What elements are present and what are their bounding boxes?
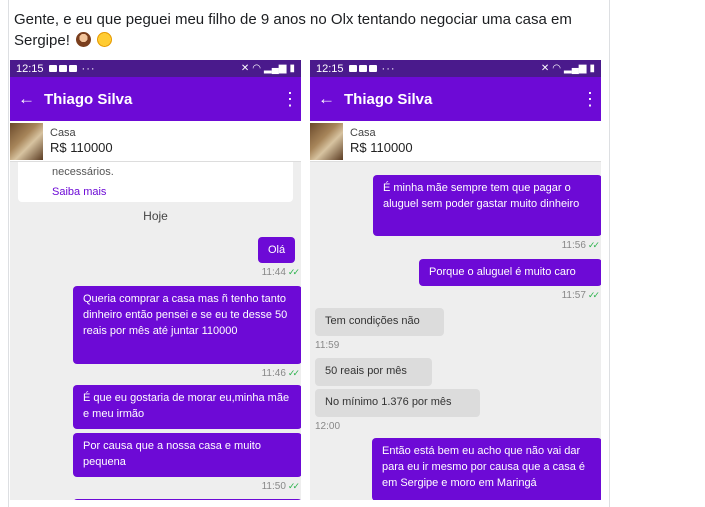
- listing-title: Casa: [350, 127, 376, 139]
- system-notice-text: necessários.: [52, 166, 114, 178]
- message-incoming[interactable]: No mínimo 1.376 por mês: [315, 389, 480, 417]
- message-timestamp: 11:50 ✓✓: [261, 481, 300, 492]
- listing-thumbnail[interactable]: [10, 122, 43, 160]
- status-icons: ✕ ◠ ▂▄▆ ▮: [541, 63, 595, 74]
- back-arrow-icon[interactable]: ←: [18, 89, 40, 109]
- woman-facepalming-emoji-icon: [76, 32, 92, 47]
- listing-title: Casa: [50, 127, 76, 139]
- signal-icon: ▂▄▆: [564, 63, 587, 74]
- message-outgoing[interactable]: É que eu gostaria de morar eu,minha mãe …: [73, 385, 301, 429]
- post-caption: Gente, e eu que peguei meu filho de 9 an…: [14, 9, 594, 51]
- message-timestamp: 11:44 ✓✓: [261, 267, 300, 278]
- saiba-mais-link[interactable]: Saiba mais: [52, 184, 293, 200]
- listing-card[interactable]: Casa R$ 110000: [310, 121, 601, 162]
- message-timestamp: 11:46 ✓✓: [261, 368, 300, 379]
- read-check-icon: ✓✓: [287, 481, 300, 491]
- read-check-icon: ✓✓: [287, 368, 300, 378]
- message-timestamp: 11:59: [315, 340, 340, 351]
- status-icons: ✕ ◠ ▂▄▆ ▮: [241, 63, 295, 74]
- contact-name[interactable]: Thiago Silva: [44, 91, 281, 108]
- wifi-icon: ◠: [252, 63, 262, 74]
- listing-card[interactable]: Casa R$ 110000: [10, 121, 301, 162]
- message-outgoing[interactable]: Por causa que a nossa casa e muito peque…: [73, 433, 301, 477]
- wifi-icon: ◠: [552, 63, 562, 74]
- more-notifications-icon: ···: [381, 62, 396, 75]
- message-outgoing[interactable]: Queria comprar a casa mas ñ tenho tanto …: [73, 286, 301, 364]
- read-check-icon: ✓✓: [587, 290, 600, 300]
- notification-icon: [368, 65, 377, 72]
- chat-app-bar: ← Thiago Silva ⋮: [10, 77, 301, 121]
- message-outgoing-partial[interactable]: [73, 499, 301, 500]
- gallery-icon: [348, 65, 357, 72]
- more-vert-icon[interactable]: ⋮: [581, 89, 599, 110]
- listing-thumbnail[interactable]: [310, 122, 343, 160]
- message-outgoing[interactable]: É minha mãe sempre tem que pagar o alugu…: [373, 175, 601, 236]
- back-arrow-icon[interactable]: ←: [318, 89, 340, 109]
- more-vert-icon[interactable]: ⋮: [281, 89, 299, 110]
- status-bar: 12:15 ··· ✕ ◠ ▂▄▆ ▮: [10, 60, 301, 77]
- status-time: 12:15: [16, 62, 44, 75]
- mute-icon: ✕: [240, 63, 250, 74]
- notification-icon: [58, 65, 67, 72]
- status-bar: 12:15 ··· ✕ ◠ ▂▄▆ ▮: [310, 60, 601, 77]
- date-separator: Hoje: [143, 209, 168, 223]
- more-notifications-icon: ···: [81, 62, 96, 75]
- signal-icon: ▂▄▆: [264, 63, 287, 74]
- chat-screenshot-right: 12:15 ··· ✕ ◠ ▂▄▆ ▮ ← Thiago Silva ⋮ Cas…: [310, 60, 601, 500]
- message-incoming[interactable]: 50 reais por mês: [315, 358, 432, 386]
- listing-price: R$ 110000: [50, 140, 113, 155]
- message-outgoing[interactable]: Então está bem eu acho que não vai dar p…: [372, 438, 601, 500]
- chat-area[interactable]: necessários. Saiba mais Hoje Olá 11:44 ✓✓…: [10, 162, 301, 500]
- notification-icon: [48, 65, 57, 72]
- chat-screenshot-left: 12:15 ··· ✕ ◠ ▂▄▆ ▮ ← Thiago Silva ⋮ Cas…: [10, 60, 301, 500]
- message-outgoing[interactable]: Porque o aluguel é muito caro: [419, 259, 601, 286]
- message-outgoing[interactable]: Olá: [258, 237, 295, 263]
- message-timestamp: 11:57 ✓✓: [561, 290, 600, 301]
- chat-area[interactable]: É minha mãe sempre tem que pagar o alugu…: [310, 162, 601, 500]
- message-incoming[interactable]: Tem condições não: [315, 308, 444, 336]
- rofl-emoji-icon: [97, 32, 113, 47]
- battery-icon: ▮: [289, 63, 295, 74]
- notification-icon: [358, 65, 367, 72]
- notification-icon: [68, 65, 77, 72]
- message-timestamp: 12:00: [315, 421, 341, 432]
- system-notice: necessários. Saiba mais: [18, 162, 293, 202]
- battery-icon: ▮: [589, 63, 595, 74]
- listing-price: R$ 110000: [350, 140, 413, 155]
- read-check-icon: ✓✓: [287, 267, 300, 277]
- message-timestamp: 11:56 ✓✓: [561, 240, 600, 251]
- read-check-icon: ✓✓: [587, 240, 600, 250]
- chat-app-bar: ← Thiago Silva ⋮: [310, 77, 601, 121]
- contact-name[interactable]: Thiago Silva: [344, 91, 581, 108]
- status-time: 12:15: [316, 62, 344, 75]
- mute-icon: ✕: [540, 63, 550, 74]
